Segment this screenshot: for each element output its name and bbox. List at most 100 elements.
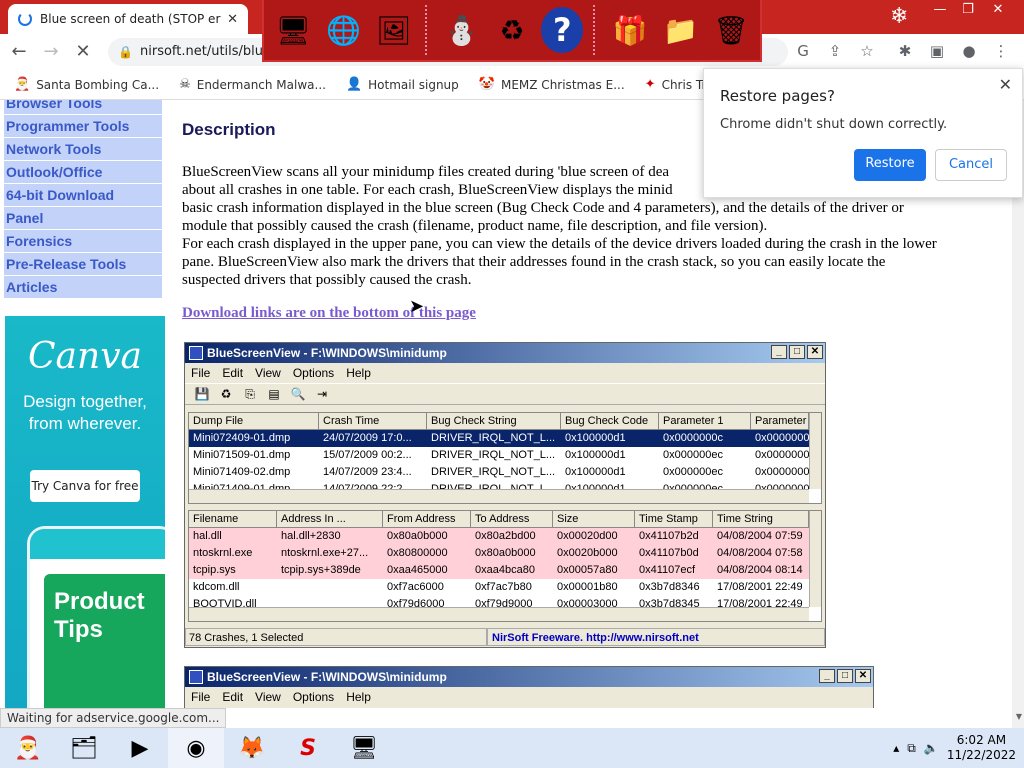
xp-title-bar: BlueScreenView - F:\WINDOWS\minidump _ □… bbox=[185, 343, 825, 363]
crash-row: Mini071509-01.dmp 15/07/2009 00:2... DRIVE… bbox=[193, 449, 809, 461]
ad-cta-button[interactable]: Try Canva for free bbox=[30, 470, 140, 502]
help-icon[interactable]: ? bbox=[541, 7, 584, 53]
driver-row: ntoskrnl.exe ntoskrnl.exe+27... 0x80800000… bbox=[189, 545, 821, 562]
canva-ad[interactable]: Canva Design together, from wherever. Tr… bbox=[5, 316, 165, 708]
canva-logo: Canva bbox=[28, 336, 142, 377]
phone-header bbox=[30, 529, 165, 559]
bookmark-star-icon[interactable]: ☆ bbox=[856, 40, 878, 62]
xp-title-bar: BlueScreenView - F:\WINDOWS\minidump _ □… bbox=[185, 667, 873, 687]
user-icon: 👤 bbox=[345, 77, 363, 92]
bookmark-endermanch[interactable]: ☠ Endermanch Malwa... bbox=[179, 77, 326, 92]
forward-button[interactable]: → bbox=[38, 39, 64, 65]
xp-toolbar: 💾 ♻ ⎘ ▤ 🔍 ⇥ bbox=[185, 383, 825, 405]
monitor-app-icon[interactable]: 🖥 bbox=[336, 728, 392, 768]
ad-phone-graphic: Product Tips bbox=[27, 526, 165, 708]
restore-button[interactable]: Restore bbox=[854, 149, 926, 181]
xp-minimize-icon: _ bbox=[819, 669, 835, 683]
santa-computer-icon[interactable]: 🖥 bbox=[272, 7, 314, 53]
app-window-icon bbox=[189, 670, 203, 684]
driver-row: hal.dll hal.dll+2830 0x80a0b000 0x80a2bd00 0… bbox=[189, 528, 821, 545]
nav-articles[interactable]: Articles bbox=[4, 276, 162, 298]
bookmark-hotmail[interactable]: 👤 Hotmail signup bbox=[346, 77, 459, 92]
xp-menu-bar: File Edit View Options Help bbox=[191, 690, 371, 704]
back-button[interactable]: ← bbox=[6, 39, 32, 65]
bookmark-santa-bombing[interactable]: 🎅 Santa Bombing Ca... bbox=[14, 77, 159, 92]
app-window-icon bbox=[189, 346, 203, 360]
crash-row: Mini071409-02.dmp 14/07/2009 23:4... DRIVE… bbox=[193, 466, 809, 478]
mail-card-icon[interactable]: 🖼 bbox=[373, 7, 415, 53]
menu-icon[interactable]: ⋮ bbox=[990, 40, 1012, 62]
extensions-icon[interactable]: ✱ bbox=[894, 40, 916, 62]
nav-forensics[interactable]: Forensics bbox=[4, 230, 162, 252]
lock-icon: 🔒 bbox=[118, 45, 133, 59]
close-window-button[interactable]: ✕ bbox=[984, 0, 1012, 20]
xp-maximize-icon: □ bbox=[789, 345, 805, 359]
restore-subtitle: Chrome didn't shut down correctly. bbox=[720, 117, 948, 132]
tab-title: Blue screen of death (STOP error bbox=[40, 12, 222, 26]
stop-loading-button[interactable]: ✕ bbox=[70, 39, 96, 65]
exit-icon: ⇥ bbox=[316, 387, 328, 401]
xp-maximize-icon: □ bbox=[837, 669, 853, 683]
side-panel-icon[interactable]: ▣ bbox=[926, 40, 948, 62]
toolbar-separator bbox=[593, 5, 599, 55]
bookmark-memz[interactable]: 🤡 MEMZ Christmas E... bbox=[479, 77, 625, 92]
file-explorer-icon[interactable]: 🗂 bbox=[56, 728, 112, 768]
refresh-icon: ♻ bbox=[220, 387, 232, 401]
loading-spinner-icon bbox=[18, 12, 32, 26]
restore-title: Restore pages? bbox=[720, 87, 835, 105]
find-icon: 🔍 bbox=[290, 387, 306, 401]
nav-outlook-office[interactable]: Outlook/Office bbox=[4, 161, 162, 183]
crash-row: Mini072409-01.dmp 24/07/2009 17:0... DRIVE… bbox=[189, 430, 821, 447]
firefox-icon[interactable]: 🦊 bbox=[224, 728, 280, 768]
nav-programmer-tools[interactable]: Programmer Tools bbox=[4, 115, 162, 137]
s-app-icon[interactable]: S bbox=[280, 728, 336, 768]
browser-tab[interactable]: Blue screen of death (STOP error ✕ bbox=[8, 4, 248, 34]
snowman-icon[interactable]: ⛄ bbox=[441, 7, 483, 53]
tab-close-button[interactable]: ✕ bbox=[227, 12, 238, 27]
volume-icon[interactable]: 🔈 bbox=[924, 741, 939, 755]
recycle-icon[interactable]: ♻ bbox=[491, 7, 533, 53]
mouse-cursor-icon: ➤ bbox=[409, 296, 425, 317]
driver-list-grid: Filename Address In ... From Address To … bbox=[188, 510, 822, 622]
xp-menu-bar: File Edit View Options Help bbox=[191, 366, 371, 380]
globe-icon[interactable]: 🌐 bbox=[322, 7, 364, 53]
copy-icon: ⎘ bbox=[245, 387, 255, 401]
google-icon[interactable]: G bbox=[792, 40, 814, 62]
lower-vscrollbar bbox=[809, 511, 821, 607]
properties-icon: ▤ bbox=[268, 387, 280, 401]
nav-network-tools[interactable]: Network Tools bbox=[4, 138, 162, 160]
download-links-link[interactable]: Download links are on the bottom of this… bbox=[182, 305, 476, 322]
gift-icon[interactable]: 🎁 bbox=[609, 7, 651, 53]
minimize-button[interactable]: — bbox=[926, 0, 954, 20]
nav-64bit-download[interactable]: 64-bit Download bbox=[4, 184, 162, 206]
skull-icon: ☠ bbox=[179, 77, 191, 92]
cancel-button[interactable]: Cancel bbox=[935, 149, 1007, 181]
maximize-button[interactable]: ❐ bbox=[954, 0, 982, 20]
ad-card: Product Tips bbox=[44, 574, 165, 708]
profile-icon[interactable]: ● bbox=[958, 40, 980, 62]
loading-status: Waiting for adservice.google.com... bbox=[0, 708, 227, 728]
bluescreenview-screenshot-2: BlueScreenView - F:\WINDOWS\minidump _ □… bbox=[184, 666, 874, 708]
chrome-icon[interactable]: ◉ bbox=[168, 728, 224, 768]
scroll-down-icon[interactable]: ▼ bbox=[1016, 712, 1022, 721]
network-icon[interactable]: ⧉ bbox=[907, 741, 916, 756]
bluescreenview-screenshot: BlueScreenView - F:\WINDOWS\minidump _ □… bbox=[184, 342, 826, 648]
clock[interactable]: 6:02 AM 11/22/2022 bbox=[947, 733, 1016, 763]
ad-tagline: Design together, from wherever. bbox=[23, 392, 147, 433]
nav-pre-release-tools[interactable]: Pre-Release Tools bbox=[4, 253, 162, 275]
xp-minimize-icon: _ bbox=[771, 345, 787, 359]
card-icon: ✦ bbox=[644, 77, 656, 92]
nav-panel[interactable]: Panel bbox=[4, 207, 162, 229]
restore-close-button[interactable]: ✕ bbox=[999, 75, 1012, 94]
tray-chevron-icon[interactable]: ▴ bbox=[893, 741, 899, 755]
media-player-icon[interactable]: ▶ bbox=[112, 728, 168, 768]
christmas-toolbar: 🖥 🌐 🖼 ⛄ ♻ ? 🎁 📁 🗑 bbox=[262, 0, 762, 62]
trash-icon[interactable]: 🗑 bbox=[710, 7, 752, 53]
system-tray: ▴ ⧉ 🔈 6:02 AM 11/22/2022 bbox=[893, 728, 1016, 768]
nav-browser-tools[interactable]: Browser Tools bbox=[4, 100, 162, 114]
clown-icon: 🤡 bbox=[478, 77, 495, 92]
driver-row: kdcom.dll 0xf7ac6000 0xf7ac7b80 0x00001b80 0… bbox=[193, 581, 803, 593]
folder-icon[interactable]: 📁 bbox=[659, 7, 701, 53]
share-icon[interactable]: ⇪ bbox=[824, 40, 846, 62]
santa-icon[interactable]: 🎅 bbox=[0, 728, 56, 768]
